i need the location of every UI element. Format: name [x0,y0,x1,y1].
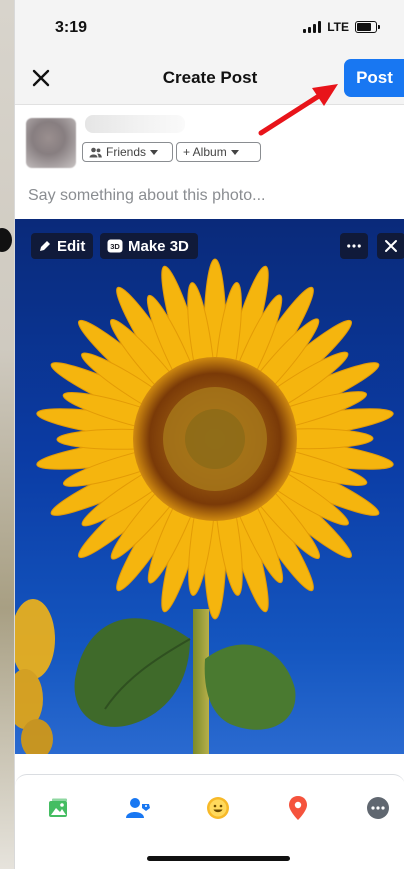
header-bar: Create Post Post [15,52,404,105]
more-options-button[interactable] [365,795,391,821]
edit-label: Edit [57,237,86,255]
status-time: 3:19 [55,19,88,36]
status-bar: 3:19 LTE [15,0,404,52]
sunflower-image [15,258,394,754]
post-button[interactable]: Post [344,59,404,97]
svg-text:3D: 3D [110,242,120,251]
friends-icon [89,147,102,157]
background-left-strip [0,0,14,869]
tag-people-icon [126,798,150,818]
feeling-icon [207,797,229,819]
more-icon [367,797,389,819]
make-3d-button[interactable]: 3D Make 3D [100,233,198,259]
caption-input[interactable]: Say something about this photo... [28,187,265,205]
remove-photo-button[interactable] [377,233,404,259]
network-label: LTE [327,20,349,34]
home-indicator [147,856,290,861]
audience-selector[interactable]: Friends [82,142,173,162]
avatar [26,118,76,168]
3d-icon: 3D [107,239,123,253]
make-3d-label: Make 3D [128,237,189,255]
add-photo-button[interactable] [45,795,71,821]
photo-more-button[interactable] [340,233,368,259]
more-icon [347,244,361,248]
audience-label: Friends [106,145,147,159]
spacer [15,754,404,774]
photo-icon [49,798,67,817]
battery-icon [355,21,380,33]
photo-preview: Edit 3D Make 3D [15,219,404,754]
album-label: + Album [183,145,227,159]
author-name-redacted [85,115,185,133]
status-indicators: LTE [303,20,380,34]
album-selector[interactable]: + Album [176,142,261,162]
chevron-down-icon [230,149,239,155]
edit-photo-button[interactable]: Edit [31,233,93,259]
tag-people-button[interactable] [125,795,151,821]
bottom-toolbar [15,774,404,869]
edit-icon [40,241,50,251]
chevron-down-icon [150,149,159,155]
check-in-button[interactable] [285,795,311,821]
composer-section: Friends + Album Say something about this… [15,105,404,217]
signal-icon [303,21,322,33]
location-icon [289,796,307,820]
feeling-button[interactable] [205,795,231,821]
phone-screen: 3:19 LTE Create Post Post Friends + Albu… [14,0,404,869]
close-icon [385,240,397,252]
